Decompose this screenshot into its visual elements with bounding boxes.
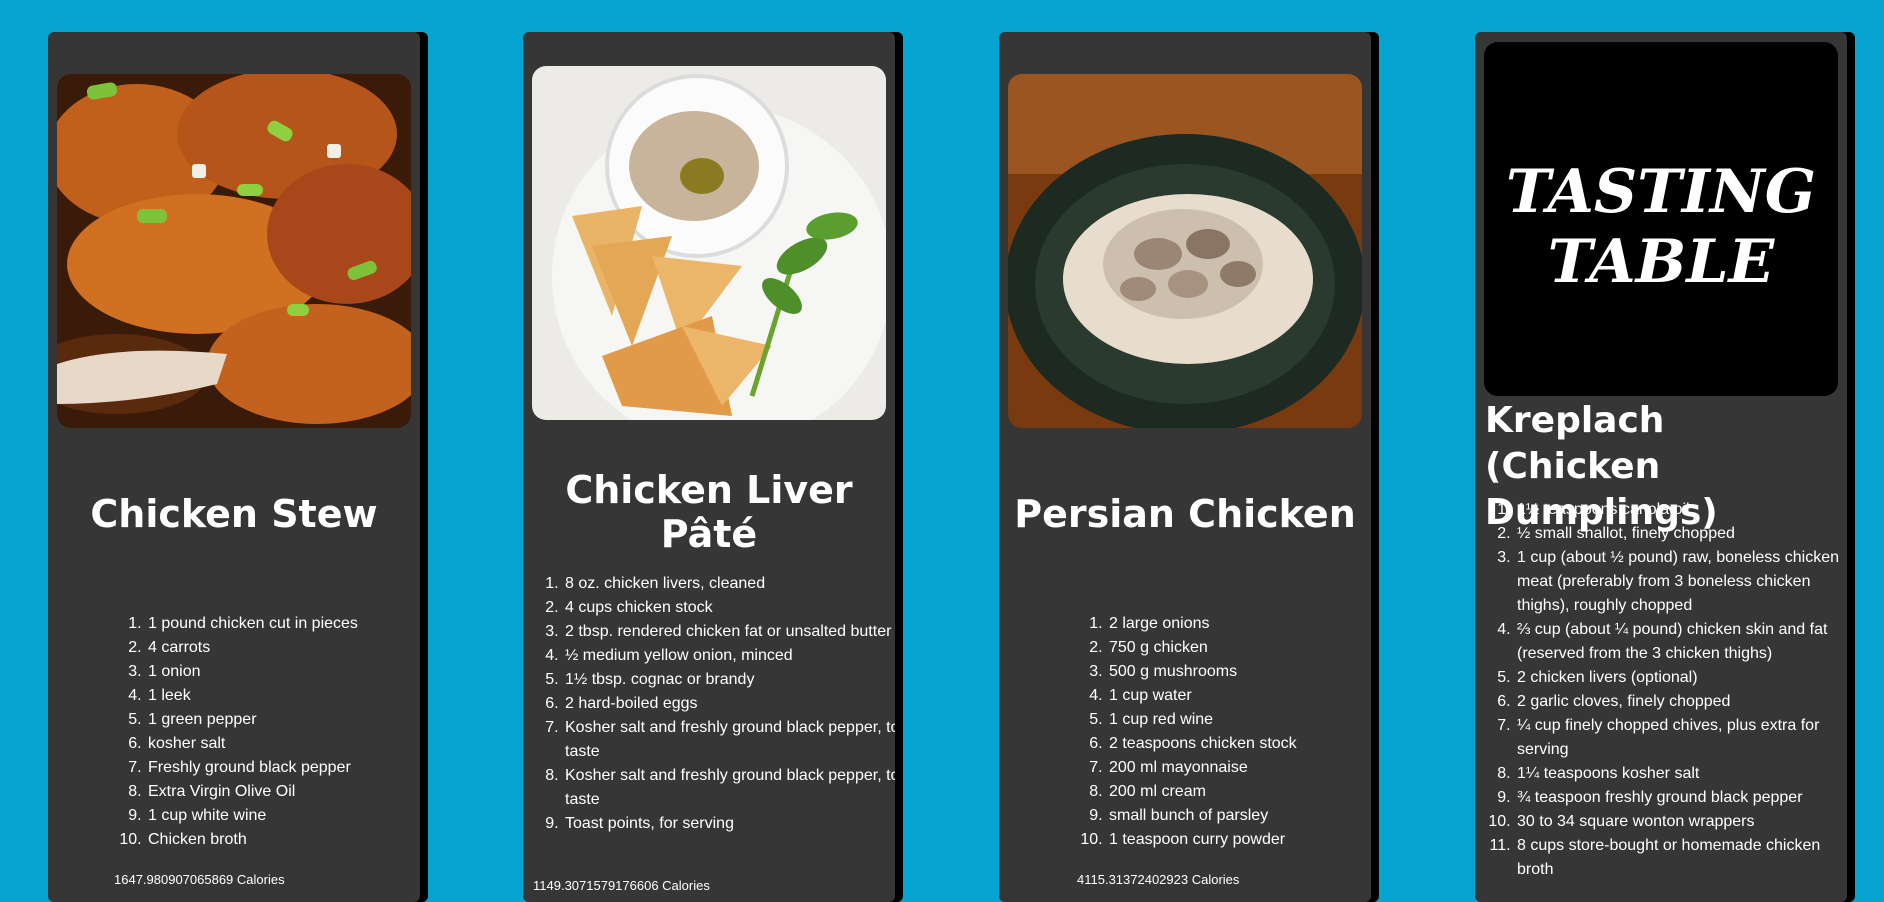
ingredient-item: Extra Virgin Olive Oil — [146, 780, 420, 804]
calories-label: 1647.980907065869 Calories — [114, 872, 285, 887]
ingredient-item: ¼ cup finely chopped chives, plus extra … — [1515, 714, 1847, 762]
recipe-title: Persian Chicken — [1014, 492, 1356, 536]
ingredient-item: Kosher salt and freshly ground black pep… — [563, 716, 895, 764]
ingredient-item: 4 cups chicken stock — [563, 596, 895, 620]
chicken-stew-photo — [57, 74, 411, 428]
ingredient-item: ½ small shallot, finely chopped — [1515, 522, 1847, 546]
ingredient-item: 8 oz. chicken livers, cleaned — [563, 572, 895, 596]
ingredient-item: 4 carrots — [146, 636, 420, 660]
ingredient-item: ⅔ cup (about ¼ pound) chicken skin and f… — [1515, 618, 1847, 666]
recipe-card-persian-chicken[interactable]: Persian Chicken 2 large onions 750 g chi… — [999, 32, 1371, 902]
ingredient-item: 2 tbsp. rendered chicken fat or unsalted… — [563, 620, 895, 644]
ingredient-item: 200 ml mayonnaise — [1107, 756, 1371, 780]
ingredient-item: 1 leek — [146, 684, 420, 708]
ingredient-item: 2 hard-boiled eggs — [563, 692, 895, 716]
ingredient-item: 1 cup white wine — [146, 804, 420, 828]
tasting-table-logo: TASTING TABLE — [1484, 42, 1838, 396]
ingredient-item: ½ medium yellow onion, minced — [563, 644, 895, 668]
ingredient-item: 1½ teaspoons canola oil — [1515, 498, 1847, 522]
ingredient-item: kosher salt — [146, 732, 420, 756]
ingredient-item: Freshly ground black pepper — [146, 756, 420, 780]
calories-label: 4115.31372402923 Calories — [1077, 872, 1240, 887]
ingredient-item: 2 chicken livers (optional) — [1515, 666, 1847, 690]
ingredient-item: 2 teaspoons chicken stock — [1107, 732, 1371, 756]
ingredient-item: 30 to 34 square wonton wrappers — [1515, 810, 1847, 834]
ingredient-item: Toast points, for serving — [563, 812, 895, 836]
calories-label: 1149.3071579176606 Calories — [533, 878, 710, 893]
recipe-card-chicken-stew[interactable]: Chicken Stew 1 pound chicken cut in piec… — [48, 32, 420, 902]
ingredient-item: 1 pound chicken cut in pieces — [146, 612, 420, 636]
ingredient-item: 1 cup (about ½ pound) raw, boneless chic… — [1515, 546, 1847, 618]
ingredient-list: 2 large onions 750 g chicken 500 g mushr… — [1077, 612, 1371, 852]
ingredient-item: 750 g chicken — [1107, 636, 1371, 660]
svg-text:TASTING: TASTING — [1506, 157, 1816, 227]
ingredient-item: small bunch of parsley — [1107, 804, 1371, 828]
recipe-card-chicken-liver-pate[interactable]: Chicken Liver Pâté 8 oz. chicken livers,… — [523, 32, 895, 902]
ingredient-item: 1 cup water — [1107, 684, 1371, 708]
ingredient-list: 1½ teaspoons canola oil ½ small shallot,… — [1485, 498, 1847, 882]
persian-chicken-photo — [1008, 74, 1362, 428]
ingredient-item: 2 garlic cloves, finely chopped — [1515, 690, 1847, 714]
ingredient-item: 2 large onions — [1107, 612, 1371, 636]
ingredient-list: 1 pound chicken cut in pieces 4 carrots … — [116, 612, 420, 852]
ingredient-item: 8 cups store-bought or homemade chicken … — [1515, 834, 1847, 882]
recipe-title: Chicken Stew — [90, 492, 378, 536]
recipe-card-kreplach[interactable]: TASTING TABLE Kreplach (Chicken Dumpling… — [1475, 32, 1847, 902]
recipe-title: Chicken Liver Pâté — [565, 468, 853, 556]
svg-text:TABLE: TABLE — [1548, 227, 1776, 297]
ingredient-item: 500 g mushrooms — [1107, 660, 1371, 684]
chicken-liver-pate-photo — [532, 66, 886, 420]
ingredient-item: 1 teaspoon curry powder — [1107, 828, 1371, 852]
ingredient-item: 1 green pepper — [146, 708, 420, 732]
ingredient-item: 1 onion — [146, 660, 420, 684]
ingredient-item: 1 cup red wine — [1107, 708, 1371, 732]
ingredient-item: Chicken broth — [146, 828, 420, 852]
ingredient-item: 200 ml cream — [1107, 780, 1371, 804]
ingredient-item: 1½ tbsp. cognac or brandy — [563, 668, 895, 692]
ingredient-list: 8 oz. chicken livers, cleaned 4 cups chi… — [533, 572, 895, 836]
ingredient-item: 1¼ teaspoons kosher salt — [1515, 762, 1847, 786]
ingredient-item: Kosher salt and freshly ground black pep… — [563, 764, 895, 812]
ingredient-item: ¾ teaspoon freshly ground black pepper — [1515, 786, 1847, 810]
